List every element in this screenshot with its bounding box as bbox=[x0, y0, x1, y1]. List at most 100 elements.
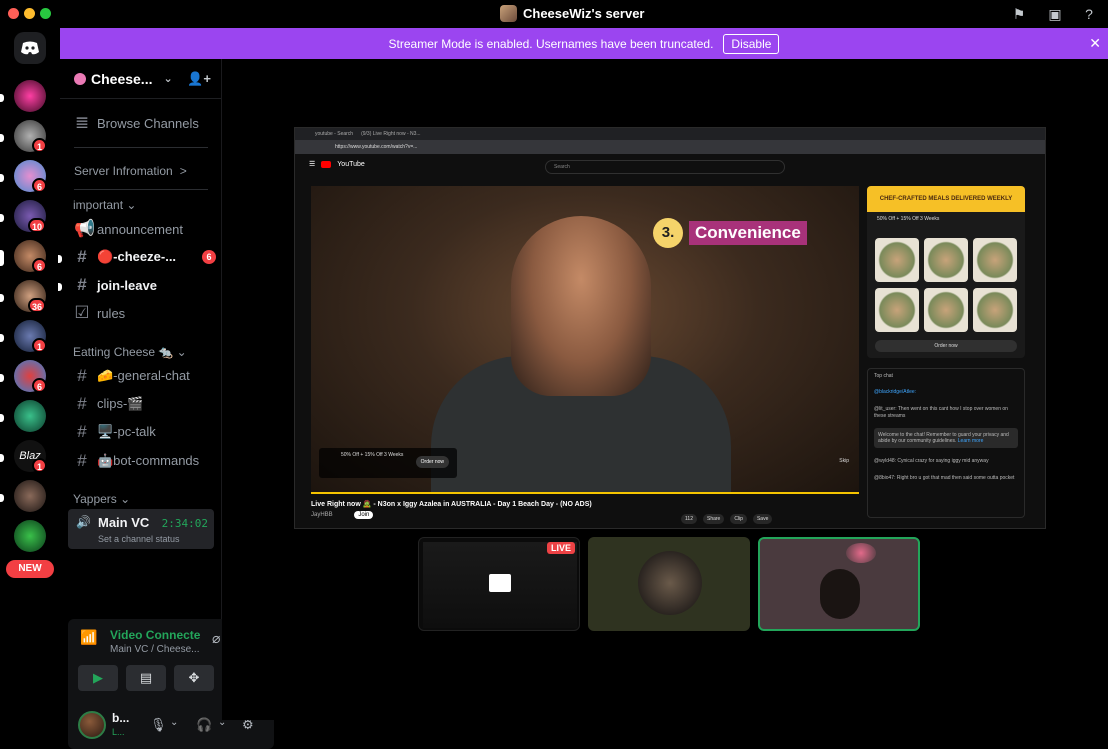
divider bbox=[74, 189, 208, 190]
avatar[interactable] bbox=[78, 711, 106, 739]
voice-channel-name: Main VC bbox=[98, 515, 150, 530]
invite-icon[interactable]: 👤+ bbox=[187, 71, 211, 87]
channel-label: rules bbox=[97, 305, 126, 321]
category-yappers[interactable]: Yappers ⌄ bbox=[73, 492, 130, 506]
channel-announcement[interactable]: 📢 announcement bbox=[68, 217, 216, 241]
flag-icon[interactable]: ⚑ bbox=[1011, 6, 1027, 22]
channel-bot-commands[interactable]: # 🤖bot-commands bbox=[68, 449, 216, 473]
voice-channel-main-vc[interactable]: 🔊 Main VC 2:34:02 Set a channel status bbox=[68, 509, 214, 549]
category-eating-cheese[interactable]: Eatting Cheese 🐀 ⌄ bbox=[73, 345, 187, 359]
chat-header[interactable]: Top chat bbox=[874, 373, 1018, 379]
participant-tile-speaking[interactable] bbox=[758, 537, 920, 631]
chat-pinned-text: Welcome to the chat! Remember to guard y… bbox=[878, 432, 1009, 444]
noise-suppression-icon[interactable]: ⌀ bbox=[212, 630, 220, 647]
help-icon[interactable]: ? bbox=[1081, 6, 1097, 22]
browser-url-bar[interactable]: https://www.youtube.com/watch?v=... bbox=[295, 140, 1045, 154]
channel-clips[interactable]: # clips-🎬 bbox=[68, 392, 216, 416]
meal-image bbox=[875, 238, 919, 282]
channel-general-chat[interactable]: # 🧀-general-chat bbox=[68, 364, 216, 388]
unread-indicator bbox=[0, 94, 4, 102]
server-rail: Blaz 1 6 10 6 36 1 6 1 NEW bbox=[0, 28, 60, 720]
close-icon[interactable]: ✕ bbox=[1089, 35, 1101, 52]
activities-button[interactable]: ✥ bbox=[174, 665, 214, 691]
channel-rules[interactable]: ☑ rules bbox=[68, 301, 216, 325]
server-avatar[interactable] bbox=[14, 520, 46, 552]
skip-ad-button[interactable]: Skip bbox=[839, 458, 849, 464]
list-icon: ≣ bbox=[74, 113, 90, 132]
discord-logo-icon bbox=[21, 41, 39, 55]
minimize-window-button[interactable] bbox=[24, 8, 35, 19]
video-meta: JayHBB Join bbox=[311, 511, 374, 519]
like-button[interactable]: 112 bbox=[681, 514, 697, 524]
streamer-mode-banner: Streamer Mode is enabled. Usernames have… bbox=[60, 28, 1108, 59]
learn-more-link[interactable]: Learn more bbox=[958, 438, 984, 444]
username[interactable]: b... bbox=[112, 711, 129, 725]
server-avatar[interactable] bbox=[14, 400, 46, 432]
youtube-logo-text: YouTube bbox=[337, 160, 365, 168]
headphones-icon[interactable]: 🎧 bbox=[196, 717, 212, 733]
live-badge: LIVE bbox=[546, 542, 575, 554]
share-button[interactable]: Share bbox=[702, 514, 725, 524]
screen-share-view[interactable]: youtube - Search (9/3) Live Right now - … bbox=[294, 127, 1046, 529]
channel-join-leave[interactable]: # join-leave bbox=[68, 273, 216, 297]
mention-badge: 36 bbox=[28, 298, 47, 313]
zoom-window-button[interactable] bbox=[40, 8, 51, 19]
divider bbox=[74, 147, 208, 148]
server-header[interactable]: Cheese... ⌄ 👤+ bbox=[60, 59, 221, 99]
chevron-right-icon: > bbox=[179, 164, 187, 178]
chevron-down-icon: ⌄ bbox=[163, 73, 173, 85]
unread-indicator bbox=[0, 334, 4, 342]
camera-button[interactable]: ▶ bbox=[78, 665, 118, 691]
server-avatar[interactable] bbox=[14, 80, 46, 112]
stream-tile[interactable]: LIVE bbox=[418, 537, 580, 631]
browser-tab[interactable]: (9/3) Live Right now - N3... bbox=[361, 131, 420, 137]
screen-share-button[interactable]: ▤ bbox=[126, 665, 166, 691]
mention-badge: 1 bbox=[32, 338, 47, 353]
unread-indicator bbox=[0, 374, 4, 382]
browse-channels[interactable]: ≣ Browse Channels bbox=[68, 111, 216, 135]
mention-badge: 6 bbox=[32, 258, 47, 273]
video-player[interactable]: 3. Convenience 50% Off + 15% Off 3 Weeks… bbox=[311, 186, 859, 492]
unread-indicator bbox=[0, 414, 4, 422]
video-ad[interactable]: 50% Off + 15% Off 3 Weeks Order now bbox=[319, 448, 457, 478]
mention-badge: 6 bbox=[32, 378, 47, 393]
inbox-icon[interactable]: ▣ bbox=[1047, 6, 1063, 22]
browser-tabs: youtube - Search (9/3) Live Right now - … bbox=[295, 128, 1045, 140]
microphone-icon[interactable]: 🎙 bbox=[150, 717, 167, 733]
sidebar-ad[interactable]: CHEF-CRAFTED MEALS DELIVERED WEEKLY 50% … bbox=[867, 186, 1025, 358]
discord-home-button[interactable] bbox=[14, 32, 46, 64]
unread-indicator bbox=[0, 134, 4, 142]
channel-name[interactable]: JayHBB bbox=[311, 512, 333, 518]
server-information[interactable]: Server Infromation > bbox=[68, 159, 216, 183]
overlay-number: 3. bbox=[653, 218, 683, 248]
join-button[interactable]: Join bbox=[354, 511, 374, 519]
server-information-label: Server Infromation bbox=[74, 164, 173, 178]
voice-connected-title[interactable]: Video Connecte bbox=[110, 628, 200, 642]
chevron-down-icon[interactable]: ⌄ bbox=[170, 717, 178, 728]
video-progress-bar[interactable] bbox=[311, 492, 859, 494]
sidebar-ad-button[interactable]: Order now bbox=[875, 340, 1017, 352]
participant-tile[interactable] bbox=[588, 537, 750, 631]
save-button[interactable]: Save bbox=[752, 514, 773, 524]
close-window-button[interactable] bbox=[8, 8, 19, 19]
video-ad-button[interactable]: Order now bbox=[415, 456, 449, 468]
browser-tab[interactable]: youtube - Search bbox=[315, 131, 353, 137]
new-unreads-pill[interactable]: NEW bbox=[6, 560, 54, 578]
disable-streamer-mode-button[interactable]: Disable bbox=[723, 33, 780, 54]
channel-label: announcement bbox=[97, 221, 184, 237]
channel-pc-talk[interactable]: # 🖥️-pc-talk bbox=[68, 420, 216, 444]
mention-badge: 1 bbox=[32, 458, 47, 473]
youtube-search-input[interactable]: Search bbox=[545, 160, 785, 174]
channel-cheeze[interactable]: # 🔴-cheeze-... 6 bbox=[68, 245, 216, 269]
category-important[interactable]: important ⌄ bbox=[73, 198, 136, 212]
menu-icon[interactable]: ☰ bbox=[309, 160, 315, 168]
mention-badge: 6 bbox=[202, 250, 216, 264]
avatar bbox=[638, 551, 702, 615]
server-avatar[interactable] bbox=[14, 480, 46, 512]
set-channel-status[interactable]: Set a channel status bbox=[98, 534, 180, 544]
video-actions: 112 Share Clip Save bbox=[681, 514, 773, 524]
hash-icon: # bbox=[77, 451, 87, 470]
chat-pinned-message: Welcome to the chat! Remember to guard y… bbox=[874, 428, 1018, 448]
clip-button[interactable]: Clip bbox=[730, 514, 747, 524]
voice-connected-subtitle[interactable]: Main VC / Cheese... bbox=[110, 644, 199, 655]
